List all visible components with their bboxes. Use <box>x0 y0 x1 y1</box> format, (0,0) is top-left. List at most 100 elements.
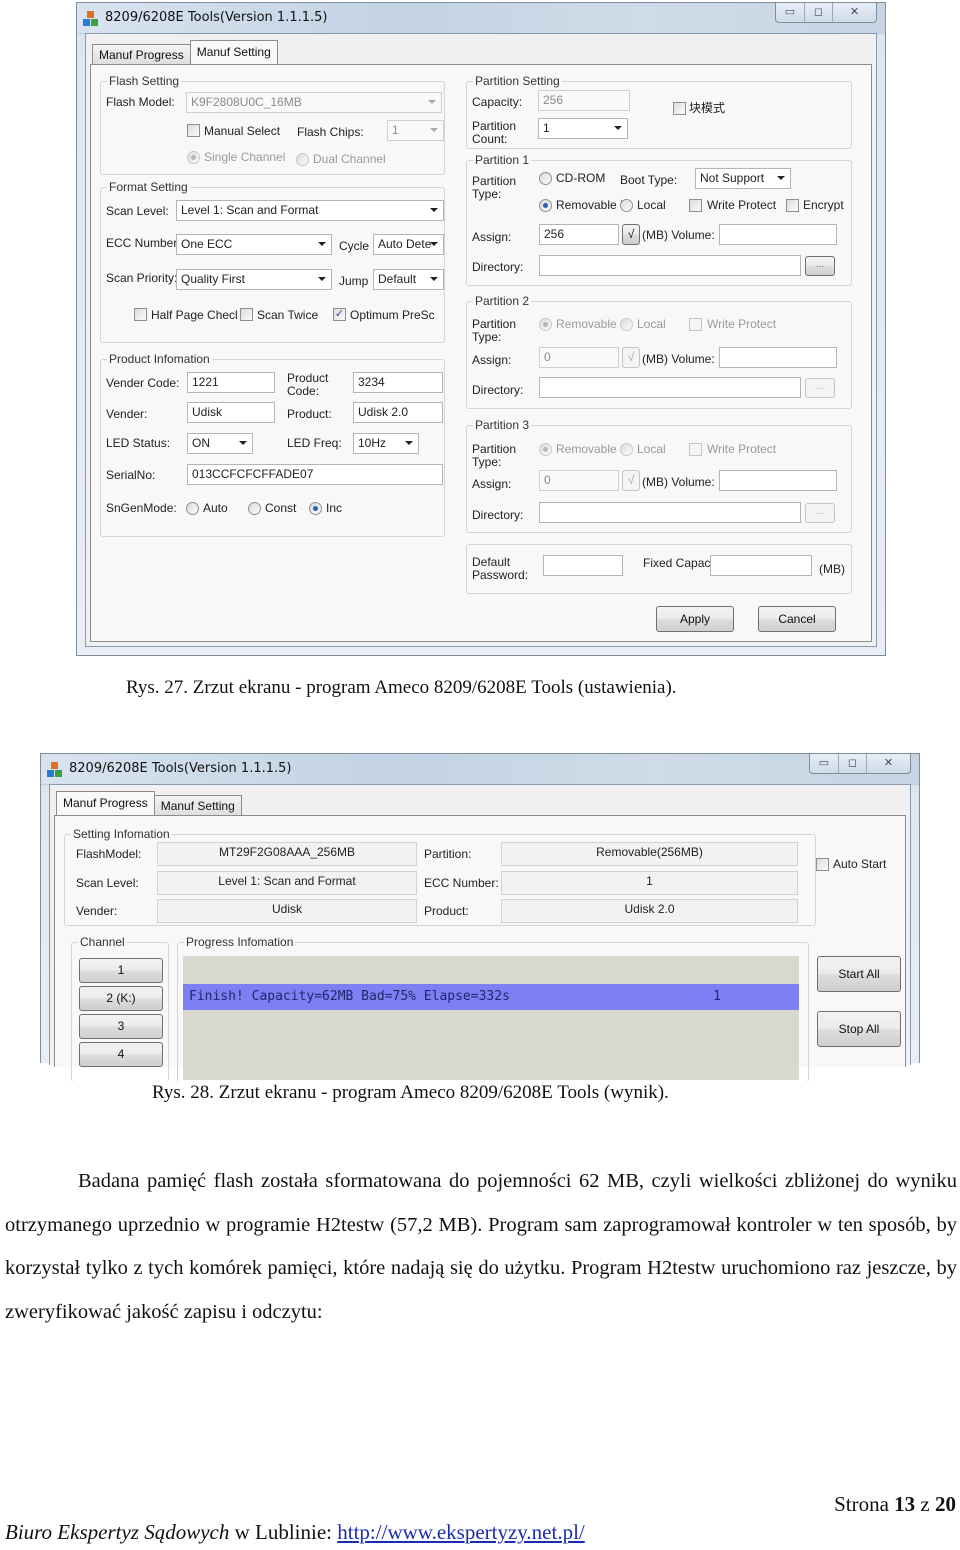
manual-select-checkbox[interactable] <box>187 124 200 137</box>
directory-input[interactable] <box>539 377 801 398</box>
maximize-button[interactable]: ◻ <box>804 3 832 22</box>
browse-directory-button[interactable]: ... <box>805 503 835 523</box>
progress-message: Finish! Capacity=62MB Bad=75% Elapse=332… <box>189 989 510 1004</box>
vender-label: Vender: <box>76 904 118 918</box>
window-title: 8209/6208E Tools(Version 1.1.1.5) <box>105 10 328 25</box>
cdrom-radio[interactable] <box>539 172 552 185</box>
capacity-label: Capacity: <box>472 95 523 109</box>
vender-code-input[interactable]: 1221 <box>187 372 275 393</box>
volume-input[interactable] <box>719 224 837 245</box>
office-link[interactable]: http://www.ekspertyzy.net.pl/ <box>337 1520 584 1544</box>
volume-input[interactable] <box>719 470 837 491</box>
scan-twice-label: Scan Twice <box>257 308 319 322</box>
assign-input[interactable]: 0 <box>539 470 619 491</box>
local-radio[interactable] <box>620 443 633 456</box>
sngen-const-radio[interactable] <box>248 502 261 515</box>
progress-row[interactable] <box>183 1040 799 1066</box>
stop-all-button[interactable]: Stop All <box>817 1011 901 1047</box>
single-channel-radio[interactable] <box>187 151 200 164</box>
cancel-button[interactable]: Cancel <box>758 606 836 632</box>
close-button[interactable]: ✕ <box>832 3 876 22</box>
half-page-check-label: Half Page Checl <box>151 308 238 322</box>
scan-priority-select[interactable]: Quality First <box>176 269 332 290</box>
close-button[interactable]: ✕ <box>866 754 910 773</box>
channel-3-button[interactable]: 3 <box>79 1014 163 1039</box>
progress-row[interactable] <box>183 1012 799 1038</box>
chevron-down-icon <box>430 277 438 281</box>
boot-type-select[interactable]: Not Support <box>695 168 791 189</box>
boot-type-label: Boot Type: <box>620 173 678 187</box>
jump-select[interactable]: Default <box>373 269 444 290</box>
removable-radio[interactable] <box>539 199 552 212</box>
tab-manuf-progress[interactable]: Manuf Progress <box>56 791 155 815</box>
browse-directory-button[interactable]: ... <box>805 378 835 398</box>
flash-chips-label: Flash Chips: <box>297 125 364 139</box>
vender-input[interactable]: Udisk <box>187 402 275 423</box>
assign-input[interactable]: 0 <box>539 347 619 368</box>
maximize-button[interactable]: ◻ <box>838 754 866 773</box>
minimize-button[interactable]: ▭ <box>810 754 838 773</box>
scan-level-value: Level 1: Scan and Format <box>181 203 319 217</box>
removable-radio[interactable] <box>539 443 552 456</box>
fixed-capacity-input[interactable] <box>710 555 812 576</box>
tab-manuf-setting[interactable]: Manuf Setting <box>153 795 242 815</box>
progress-row[interactable] <box>183 956 799 982</box>
channel-4-button[interactable]: 4 <box>79 1042 163 1067</box>
flash-chips-select[interactable]: 1 <box>387 120 444 141</box>
channel-1-button[interactable]: 1 <box>79 958 163 983</box>
led-freq-select[interactable]: 10Hz <box>353 433 419 454</box>
scan-twice-checkbox[interactable] <box>240 308 253 321</box>
directory-label: Directory: <box>472 383 524 397</box>
manuf-setting-page: Flash Setting Flash Model: K9F2808U0C_16… <box>90 64 872 642</box>
sngen-auto-label: Auto <box>203 501 228 515</box>
directory-input[interactable] <box>539 502 801 523</box>
partition-count-select[interactable]: 1 <box>538 118 628 139</box>
channel-2-button[interactable]: 2 (K:) <box>79 986 163 1011</box>
tab-manuf-progress[interactable]: Manuf Progress <box>92 44 191 64</box>
assign-input[interactable]: 256 <box>539 224 619 245</box>
capacity-input[interactable]: 256 <box>538 90 630 111</box>
single-channel-label: Single Channel <box>204 150 286 164</box>
block-mode-checkbox[interactable] <box>673 102 686 115</box>
chevron-down-icon <box>430 128 438 132</box>
dual-channel-radio[interactable] <box>296 153 309 166</box>
tab-manuf-setting[interactable]: Manuf Setting <box>189 40 278 64</box>
removable-radio[interactable] <box>539 318 552 331</box>
start-all-button[interactable]: Start All <box>817 956 901 992</box>
group-legend: Partition 3 <box>473 418 532 432</box>
assign-confirm-button[interactable]: √ <box>622 347 640 368</box>
product-code-input[interactable]: 3234 <box>353 372 443 393</box>
cycle-select[interactable]: Auto Dete <box>373 234 444 255</box>
local-radio[interactable] <box>620 199 633 212</box>
flash-model-select[interactable]: K9F2808U0C_16MB <box>186 92 442 113</box>
local-radio[interactable] <box>620 318 633 331</box>
product-input[interactable]: Udisk 2.0 <box>353 402 443 423</box>
half-page-check-checkbox[interactable] <box>134 308 147 321</box>
tab-bar: Manuf Progress Manuf Setting <box>92 40 278 64</box>
sngen-inc-radio[interactable] <box>309 502 322 515</box>
write-protect-checkbox[interactable] <box>689 318 702 331</box>
page-separator: z <box>920 1492 930 1516</box>
sngen-auto-radio[interactable] <box>186 502 199 515</box>
volume-input[interactable] <box>719 347 837 368</box>
partition-count-label: Partition Count: <box>472 119 517 146</box>
ecc-number-select[interactable]: One ECC <box>176 234 332 255</box>
encrypt-checkbox[interactable] <box>786 199 799 212</box>
write-protect-checkbox[interactable] <box>689 443 702 456</box>
auto-start-checkbox[interactable] <box>816 858 829 871</box>
serial-no-label: SerialNo: <box>106 468 156 482</box>
assign-confirm-button[interactable]: √ <box>622 224 640 245</box>
apply-button[interactable]: Apply <box>656 606 734 632</box>
default-password-input[interactable] <box>543 555 623 576</box>
progress-row-selected[interactable]: Finish! Capacity=62MB Bad=75% Elapse=332… <box>183 984 799 1010</box>
directory-input[interactable] <box>539 255 801 276</box>
led-status-select[interactable]: ON <box>187 433 253 454</box>
write-protect-checkbox[interactable] <box>689 199 702 212</box>
browse-directory-button[interactable]: ... <box>805 256 835 276</box>
optimum-prescan-checkbox[interactable]: ✓ <box>333 308 346 321</box>
serial-no-input[interactable]: 013CCFCFCFFADE07 <box>187 464 443 485</box>
scan-level-select[interactable]: Level 1: Scan and Format <box>176 200 444 221</box>
assign-confirm-button[interactable]: √ <box>622 470 640 491</box>
partition-type-label: Partition Type: <box>472 174 517 201</box>
minimize-button[interactable]: ▭ <box>776 3 804 22</box>
